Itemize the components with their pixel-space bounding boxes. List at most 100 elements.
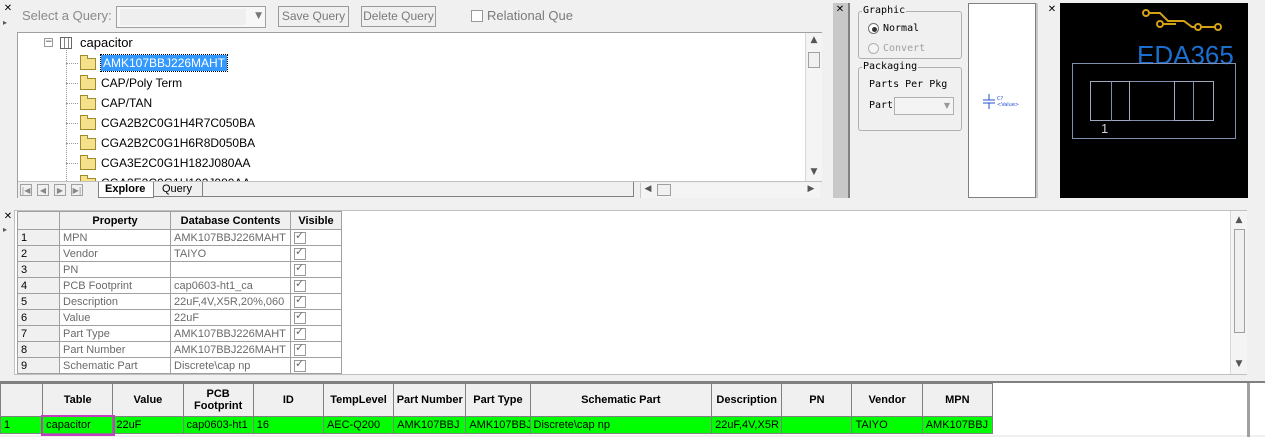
results-cell-part-type[interactable]: AMK107BBJ [465, 416, 531, 434]
tree-item[interactable]: CGA2B2C0G1H4R7C050BA [80, 113, 255, 133]
tree-item[interactable]: CGA2B2C0G1H6R8D050BA [80, 133, 255, 153]
tree-item[interactable]: AMK107BBJ226MAHT [80, 53, 229, 73]
property-value-cell[interactable]: TAIYO [170, 245, 291, 262]
scroll-up-arrow[interactable]: ▲ [806, 35, 822, 45]
close-icon[interactable]: ✕ [3, 212, 13, 222]
explorer-tree[interactable]: − capacitor AMK107BBJ226MAHT CAP/Poly Ter… [17, 32, 822, 198]
tree-item[interactable]: CGA3E2C0G1H182J080AA [80, 153, 250, 173]
visible-checkbox[interactable] [294, 279, 306, 292]
relational-query-checkbox[interactable] [471, 10, 483, 22]
tree-item[interactable]: CAP/TAN [80, 93, 152, 113]
database-contents-column-header[interactable]: Database Contents [170, 211, 291, 230]
row-number[interactable]: 1 [0, 416, 44, 434]
scroll-left-arrow[interactable]: ◀ [642, 184, 654, 194]
scroll-down-arrow[interactable]: ▼ [806, 167, 822, 177]
visible-checkbox[interactable] [294, 359, 306, 372]
close-icon[interactable]: ✕ [835, 5, 845, 15]
column-header-description[interactable]: Description [711, 383, 783, 417]
collapse-icon[interactable]: − [44, 38, 53, 47]
column-header-value[interactable]: Value [112, 383, 184, 417]
property-row[interactable]: 9 Schematic Part Discrete\cap np [17, 357, 342, 374]
scroll-thumb[interactable] [808, 52, 820, 68]
column-header-id[interactable]: ID [252, 383, 324, 417]
property-value-cell[interactable]: cap0603-ht1_ca [170, 277, 291, 294]
normal-radio[interactable] [868, 23, 879, 34]
hscroll-thumb[interactable] [657, 184, 671, 196]
part-dropdown[interactable]: ▼ [894, 97, 954, 115]
pin-icon[interactable]: ▸ [3, 225, 12, 234]
property-value-cell[interactable] [170, 261, 291, 278]
column-header-vendor[interactable]: Vendor [851, 383, 923, 417]
results-cell-schematic-part[interactable]: Discrete\cap np [529, 416, 713, 434]
column-header-pcb-footprint[interactable]: PCB Footprint [182, 383, 254, 417]
convert-radio[interactable] [868, 43, 879, 54]
chevron-down-icon[interactable]: ▼ [255, 11, 262, 21]
scroll-up-arrow[interactable]: ▲ [1231, 215, 1247, 225]
results-cell-pn[interactable] [781, 416, 853, 434]
property-row[interactable]: 4 PCB Footprint cap0603-ht1_ca [17, 277, 342, 294]
visible-checkbox[interactable] [294, 295, 306, 308]
tree-root-capacitor[interactable]: capacitor [80, 33, 133, 53]
save-query-button[interactable]: Save Query [278, 6, 349, 27]
select-query-dropdown[interactable]: ▼ [116, 6, 266, 28]
property-value-cell[interactable]: AMK107BBJ226MAHT [170, 341, 291, 358]
visible-checkbox[interactable] [294, 311, 306, 324]
tree-item[interactable]: CAP/Poly Term [80, 73, 182, 93]
property-row[interactable]: 6 Value 22uF [17, 309, 342, 326]
tree-horizontal-scrollbar[interactable]: ◀ ▶ [640, 183, 820, 198]
visible-checkbox[interactable] [294, 263, 306, 276]
property-row[interactable]: 3 PN [17, 261, 342, 278]
column-header-mpn[interactable]: MPN [921, 383, 994, 417]
next-tab-icon[interactable]: ▶ [54, 184, 66, 196]
first-tab-icon[interactable]: |◀ [20, 184, 32, 196]
tab-query[interactable]: Query [154, 182, 203, 197]
visible-cell [290, 245, 342, 262]
scroll-down-arrow[interactable]: ▼ [1231, 359, 1247, 369]
column-header-schematic-part[interactable]: Schematic Part [529, 383, 713, 417]
visible-column-header[interactable]: Visible [290, 211, 342, 230]
properties-vertical-scrollbar[interactable]: ▲ ▼ [1230, 211, 1247, 374]
property-value-cell[interactable]: 22uF,4V,X5R,20%,060 [170, 293, 291, 310]
visible-checkbox[interactable] [294, 343, 306, 356]
scroll-thumb[interactable] [1234, 229, 1245, 333]
property-row[interactable]: 5 Description 22uF,4V,X5R,20%,060 [17, 293, 342, 310]
results-cell-value[interactable]: 22uF [112, 416, 184, 434]
results-row[interactable]: 1 capacitor 22uF cap0603-ht1 16 AEC-Q200 AMK10… [0, 414, 994, 436]
column-header-table[interactable]: Table [42, 383, 114, 417]
results-cell-mpn[interactable]: AMK107BBJ [921, 416, 994, 434]
property-value-cell[interactable]: AMK107BBJ226MAHT [170, 325, 291, 342]
column-header-pn[interactable]: PN [781, 383, 853, 417]
column-header-part-number[interactable]: Part Number [393, 383, 467, 417]
close-icon[interactable]: ✕ [3, 4, 13, 14]
column-header-templevel[interactable]: TempLevel [322, 383, 395, 417]
scroll-right-arrow[interactable]: ▶ [805, 184, 817, 194]
visible-checkbox[interactable] [294, 231, 306, 244]
property-row[interactable]: 7 Part Type AMK107BBJ226MAHT [17, 325, 342, 342]
tab-explore[interactable]: Explore [98, 182, 155, 198]
close-icon[interactable]: ✕ [1047, 5, 1057, 15]
results-cell-templevel[interactable]: AEC-Q200 [322, 416, 395, 434]
tree-vertical-scrollbar[interactable]: ▲ ▼ [805, 33, 822, 181]
chevron-down-icon[interactable]: ▼ [944, 101, 950, 110]
visible-checkbox[interactable] [294, 327, 306, 340]
property-row[interactable]: 2 Vendor TAIYO [17, 245, 342, 262]
results-cell-part-number[interactable]: AMK107BBJ [393, 416, 467, 434]
column-header-part-type[interactable]: Part Type [465, 383, 531, 417]
results-cell-description[interactable]: 22uF,4V,X5R [711, 416, 783, 434]
property-value-cell[interactable]: 22uF [170, 309, 291, 326]
delete-query-button[interactable]: Delete Query [361, 6, 436, 27]
property-row[interactable]: 1 MPN AMK107BBJ226MAHT [17, 229, 342, 246]
results-cell-pcb-footprint[interactable]: cap0603-ht1 [182, 416, 254, 434]
property-column-header[interactable]: Property [59, 211, 171, 230]
results-cell-id[interactable]: 16 [252, 416, 324, 434]
last-tab-icon[interactable]: ▶| [71, 184, 83, 196]
tree-item[interactable]: CGA3E2C0G1H102J080AA [80, 173, 250, 181]
property-row[interactable]: 8 Part Number AMK107BBJ226MAHT [17, 341, 342, 358]
results-cell-vendor[interactable]: TAIYO [851, 416, 923, 434]
results-cell-table[interactable]: capacitor [40, 414, 115, 436]
property-value-cell[interactable]: Discrete\cap np [170, 357, 291, 374]
visible-checkbox[interactable] [294, 247, 306, 260]
property-value-cell[interactable]: AMK107BBJ226MAHT [170, 229, 291, 246]
pin-icon[interactable]: ▸ [3, 18, 12, 27]
prev-tab-icon[interactable]: ◀ [37, 184, 49, 196]
